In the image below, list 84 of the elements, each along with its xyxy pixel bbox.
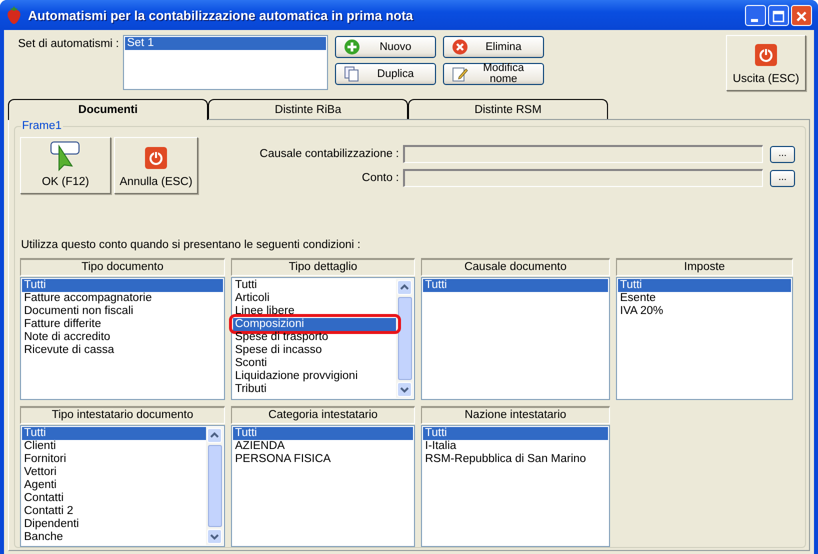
tab[interactable]: Distinte RSM (408, 99, 608, 119)
action-button[interactable]: Nuovo (334, 36, 436, 58)
list-item[interactable]: Set 1 (124, 37, 326, 50)
strawberry-icon (6, 6, 22, 24)
scroll-up-icon[interactable] (207, 428, 222, 443)
remove-icon (452, 39, 468, 55)
action-button[interactable]: Annulla (ESC) (114, 137, 198, 194)
browse-button[interactable]: ... (770, 146, 795, 162)
list-box[interactable]: Tutti Fatture accompagnatorie Documenti non fiscali Fatture differite Note di accredito Ricevute di cassa (20, 277, 225, 400)
list-item[interactable]: Ricevute di cassa (22, 344, 223, 357)
list-item[interactable]: Fornitori (22, 453, 206, 466)
list-item[interactable]: Liquidazione provvigioni (233, 370, 396, 383)
list-item[interactable]: Articoli (233, 292, 396, 305)
list-item[interactable]: Note di accredito (22, 331, 223, 344)
list-box[interactable]: Tutti (421, 277, 610, 400)
field-label: Causale contabilizzazione : (258, 148, 400, 160)
tab[interactable]: Distinte RiBa (208, 99, 408, 119)
set-label: Set di automatismi : (18, 38, 119, 50)
list-item[interactable]: PERSONA FISICA (233, 453, 413, 466)
list-item[interactable]: I-Italia (423, 440, 608, 453)
list-item[interactable]: Spese di trasporto (233, 331, 396, 344)
list-header: Imposte (616, 258, 793, 276)
tab[interactable]: Documenti (8, 99, 208, 120)
scrollbar[interactable] (396, 279, 413, 398)
list-item[interactable]: Fatture differite (22, 318, 223, 331)
maximize-button[interactable] (768, 4, 789, 26)
set-list[interactable]: Set 1 (122, 35, 328, 90)
list-item[interactable]: Tutti (233, 279, 396, 292)
list-header: Nazione intestatario (421, 406, 610, 424)
browse-button[interactable]: ... (770, 170, 795, 186)
list-item[interactable]: Linee libere (233, 305, 396, 318)
list-item[interactable]: Vettori (22, 466, 206, 479)
list-item[interactable]: Tutti (233, 427, 413, 440)
action-button[interactable]: Modifica nome (442, 63, 544, 85)
list-header: Categoria intestatario (231, 406, 415, 424)
list-item[interactable]: Banche (22, 531, 206, 544)
action-button[interactable]: Elimina (442, 36, 544, 58)
list-header: Tipo intestatario documento (20, 406, 225, 424)
list-item[interactable]: Tutti (423, 427, 608, 440)
list-box[interactable]: Tutti Articoli Linee libere Composizioni Spese di trasporto Spese di incasso Sconti Liquidazione provvigioni Tributi (231, 277, 415, 400)
minimize-button[interactable] (745, 4, 766, 26)
list-item[interactable]: Agenti (22, 479, 206, 492)
list-item[interactable]: Dipendenti (22, 518, 206, 531)
list-item[interactable]: Documenti non fiscali (22, 305, 223, 318)
action-button[interactable]: OK (F12) (20, 137, 111, 194)
list-item[interactable]: Esente (618, 292, 791, 305)
list-item[interactable]: Tutti (22, 427, 206, 440)
list-item[interactable]: RSM-Repubblica di San Marino (423, 453, 608, 466)
list-item[interactable]: Tributi (233, 383, 396, 396)
list-item[interactable]: Spese di incasso (233, 344, 396, 357)
ok-cursor-icon (48, 140, 82, 174)
list-header: Tipo documento (20, 258, 225, 276)
scroll-down-icon[interactable] (397, 382, 412, 397)
list-item[interactable]: AZIENDA (233, 440, 413, 453)
list-header: Tipo dettaglio (231, 258, 415, 276)
edit-icon (452, 66, 468, 82)
close-button[interactable] (791, 4, 812, 26)
minimize-icon (751, 18, 758, 22)
action-button[interactable]: Duplica (334, 63, 436, 85)
scrollbar[interactable] (206, 427, 223, 545)
scroll-up-icon[interactable] (397, 280, 412, 295)
list-item[interactable]: Tutti (423, 279, 608, 292)
exit-button[interactable]: Uscita (ESC) (726, 35, 806, 91)
list-item[interactable]: Tutti (22, 279, 223, 292)
window-title: Automatismi per la contabilizzazione automatica in prima nota (28, 8, 414, 22)
plus-icon (344, 39, 360, 55)
list-item[interactable]: IVA 20% (618, 305, 791, 318)
list-item[interactable]: Contatti (22, 492, 206, 505)
field-label: Conto : (360, 172, 400, 184)
list-item[interactable]: Tutti (618, 279, 791, 292)
copy-icon (344, 66, 360, 82)
scroll-down-icon[interactable] (207, 529, 222, 544)
list-item[interactable]: Sconti (233, 357, 396, 370)
list-box[interactable]: Tutti I-Italia RSM-Repubblica di San Marino (421, 425, 610, 547)
list-item[interactable]: Contatti 2 (22, 505, 206, 518)
list-box[interactable]: Tutti AZIENDA PERSONA FISICA (231, 425, 415, 547)
list-item[interactable]: Clienti (22, 440, 206, 453)
list-item[interactable]: Fatture accompagnatorie (22, 292, 223, 305)
power-icon (754, 43, 778, 67)
list-header: Causale documento (421, 258, 610, 276)
instruction-text: Utilizza questo conto quando si presentano le seguenti condizioni : (21, 238, 362, 252)
list-box[interactable]: Tutti Clienti Fornitori Vettori Agenti Contatti Contatti 2 Dipendenti Banche (20, 425, 225, 547)
power-icon (144, 146, 168, 170)
list-box[interactable]: Tutti Esente IVA 20% (616, 277, 793, 400)
